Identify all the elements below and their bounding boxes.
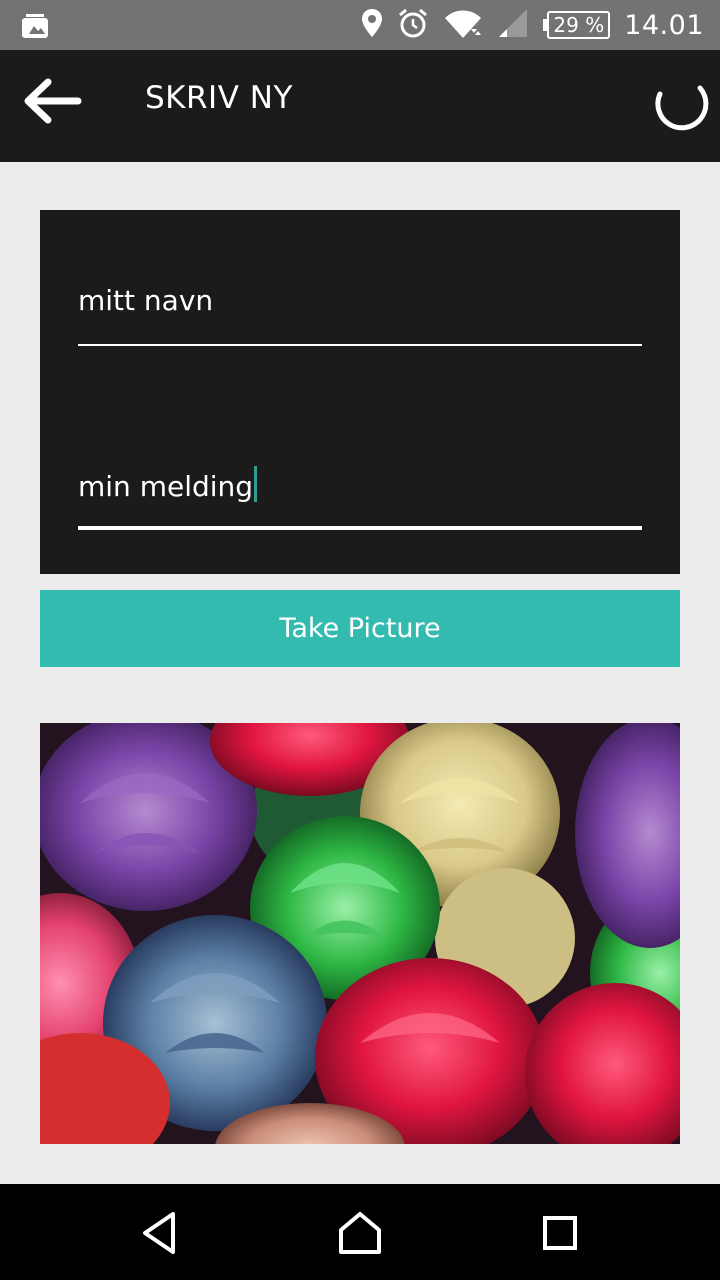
back-triangle-icon (143, 1212, 175, 1254)
alarm-icon (397, 7, 429, 43)
name-field[interactable]: mitt navn (78, 282, 642, 346)
nav-back-button[interactable] (135, 1208, 185, 1258)
signal-icon (497, 8, 529, 42)
page-title: SKRIV NY (145, 80, 293, 116)
nav-recents-button[interactable] (535, 1208, 585, 1258)
arrow-left-icon (24, 78, 82, 124)
status-icons: 29 % 14.01 (361, 0, 704, 50)
status-bar: 29 % 14.01 (0, 0, 720, 50)
home-icon (339, 1212, 381, 1254)
back-button[interactable] (22, 76, 86, 126)
name-field-underline (78, 344, 642, 346)
compose-form: mitt navn min melding (40, 210, 680, 574)
name-input-value[interactable]: mitt navn (78, 284, 213, 317)
message-field[interactable]: min melding (78, 462, 642, 530)
nav-home-button[interactable] (335, 1208, 385, 1258)
image-preview (40, 723, 680, 1144)
app-bar: SKRIV NY (0, 50, 720, 162)
battery-label: 29 % (547, 11, 611, 39)
navigation-bar (0, 1184, 720, 1280)
spinner-icon (650, 76, 712, 138)
message-input-value[interactable]: min melding (78, 466, 258, 503)
message-text: min melding (78, 470, 254, 503)
message-field-underline (78, 526, 642, 530)
text-cursor (254, 466, 258, 502)
battery-icon: 29 % (543, 11, 611, 39)
photo-notification-icon (20, 10, 52, 40)
location-icon (361, 8, 383, 42)
take-picture-button[interactable]: Take Picture (40, 590, 680, 667)
clock: 14.01 (624, 9, 704, 41)
wifi-icon (443, 7, 483, 43)
recents-icon (543, 1216, 577, 1250)
